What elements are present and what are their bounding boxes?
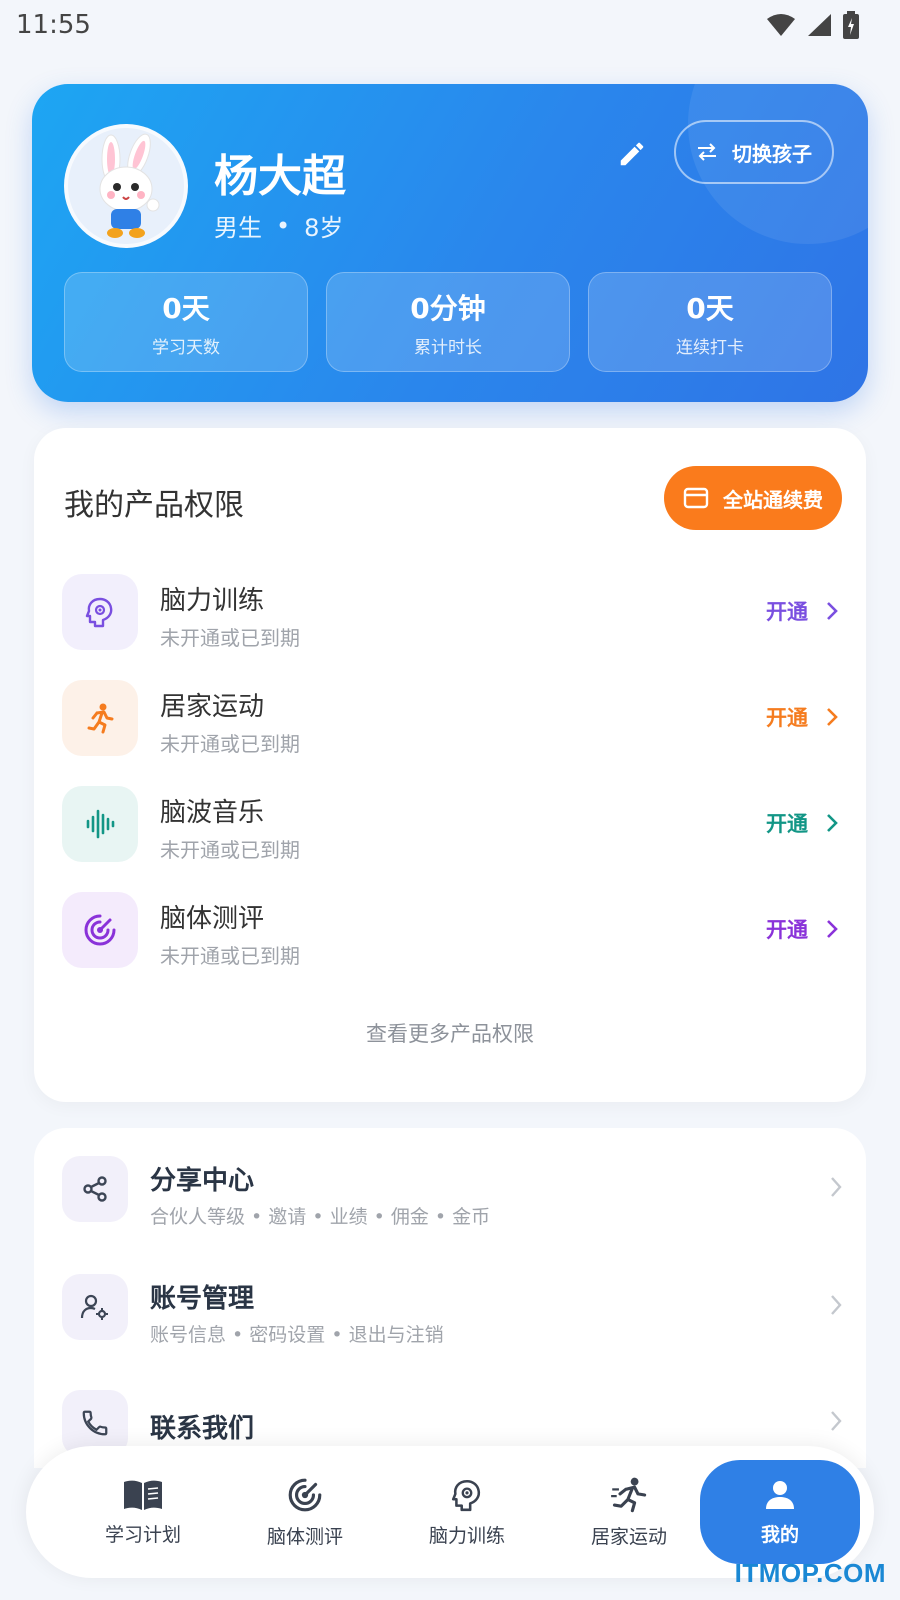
product-status: 未开通或已到期 xyxy=(160,838,300,862)
activate-button[interactable]: 开通 xyxy=(766,702,838,732)
child-age: 8岁 xyxy=(304,214,344,242)
activate-label: 开通 xyxy=(766,812,808,836)
switch-child-label: 切换孩子 xyxy=(732,141,812,166)
product-item-brainwave-music[interactable]: 脑波音乐 未开通或已到期 开通 xyxy=(62,786,838,862)
activate-label: 开通 xyxy=(766,600,808,624)
signal-icon xyxy=(808,14,831,36)
menu-item-account-management[interactable]: 账号管理 账号信息 • 密码设置 • 退出与注销 xyxy=(62,1274,842,1346)
chevron-right-icon xyxy=(831,1411,842,1431)
chevron-right-icon xyxy=(827,708,838,726)
nav-mine[interactable]: 我的 xyxy=(700,1460,860,1564)
product-name: 脑波音乐 xyxy=(160,798,265,828)
activate-button[interactable]: 开通 xyxy=(766,808,838,838)
user-settings-icon xyxy=(62,1274,128,1340)
chevron-right-icon xyxy=(827,602,838,620)
renew-label: 全站通续费 xyxy=(723,487,823,512)
chevron-right-icon xyxy=(831,1295,842,1315)
menu-title: 联系我们 xyxy=(150,1414,255,1444)
view-more-permissions-link[interactable]: 查看更多产品权限 xyxy=(34,1018,866,1048)
activate-label: 开通 xyxy=(766,706,808,730)
swap-arrows-icon xyxy=(698,143,716,161)
stat-total-duration: 0分钟 累计时长 xyxy=(326,272,570,372)
child-name: 杨大超 xyxy=(214,151,346,202)
stat-label: 累计时长 xyxy=(414,337,482,358)
status-icons xyxy=(766,11,860,39)
chevron-right-icon xyxy=(827,814,838,832)
battery-icon xyxy=(843,11,859,39)
stat-study-days: 0天 学习天数 xyxy=(64,272,308,372)
avatar[interactable] xyxy=(64,124,188,248)
switch-child-button[interactable]: 切换孩子 xyxy=(674,120,834,184)
sound-wave-icon xyxy=(62,786,138,862)
radar-target-icon xyxy=(288,1478,322,1511)
brain-gear-icon xyxy=(451,1479,481,1511)
wifi-icon xyxy=(767,14,795,36)
status-time: 11:55 xyxy=(16,10,91,40)
nav-learning-plan[interactable]: 学习计划 xyxy=(68,1460,218,1564)
card-icon xyxy=(683,487,709,509)
stat-value: 0天 xyxy=(686,291,734,325)
product-status: 未开通或已到期 xyxy=(160,732,300,756)
product-name: 脑力训练 xyxy=(160,586,265,616)
child-gender: 男生 xyxy=(214,214,262,242)
rabbit-mascot-icon xyxy=(99,133,160,238)
renew-all-access-button[interactable]: 全站通续费 xyxy=(664,466,842,530)
product-permissions-title: 我的产品权限 xyxy=(64,488,244,523)
edit-profile-button[interactable] xyxy=(612,134,652,174)
product-permissions-card: 我的产品权限 全站通续费 脑力训练 未开通或已到期 开通 居家运动 未开通或已到… xyxy=(34,428,866,1102)
person-icon xyxy=(766,1480,794,1509)
child-meta: 男生 • 8岁 xyxy=(214,208,343,243)
menu-item-share-center[interactable]: 分享中心 合伙人等级 • 邀请 • 业绩 • 佣金 • 金币 xyxy=(62,1156,842,1228)
menu-subtitle: 合伙人等级 • 邀请 • 业绩 • 佣金 • 金币 xyxy=(150,1206,491,1228)
status-bar: 11:55 xyxy=(0,0,900,50)
running-person-icon xyxy=(611,1477,647,1512)
pencil-icon xyxy=(620,142,644,166)
brain-gear-icon xyxy=(62,574,138,650)
activate-label: 开通 xyxy=(766,918,808,942)
menu-title: 分享中心 xyxy=(150,1166,255,1196)
menu-card: 分享中心 合伙人等级 • 邀请 • 业绩 • 佣金 • 金币 账号管理 账号信息… xyxy=(34,1128,866,1468)
product-status: 未开通或已到期 xyxy=(160,626,300,650)
product-name: 居家运动 xyxy=(160,692,265,722)
chevron-right-icon xyxy=(827,920,838,938)
profile-card: 杨大超 男生 • 8岁 切换孩子 0天 学习天数 0分钟 累计时长 0天 连续打… xyxy=(32,84,868,402)
product-item-brain-training[interactable]: 脑力训练 未开通或已到期 开通 xyxy=(62,574,838,650)
stat-value: 0天 xyxy=(162,291,210,325)
menu-subtitle: 账号信息 • 密码设置 • 退出与注销 xyxy=(150,1324,444,1346)
nav-brain-training[interactable]: 脑力训练 xyxy=(392,1460,542,1564)
product-item-physical-assessment[interactable]: 脑体测评 未开通或已到期 开通 xyxy=(62,892,838,968)
nav-label: 脑体测评 xyxy=(266,1525,343,1548)
stats-row: 0天 学习天数 0分钟 累计时长 0天 连续打卡 xyxy=(64,272,832,372)
stat-streak: 0天 连续打卡 xyxy=(588,272,832,372)
watermark: ITMOP.COM xyxy=(734,1558,886,1588)
menu-title: 账号管理 xyxy=(150,1284,255,1314)
stat-label: 连续打卡 xyxy=(676,337,744,358)
stat-label: 学习天数 xyxy=(152,337,220,358)
activate-button[interactable]: 开通 xyxy=(766,914,838,944)
nav-label: 居家运动 xyxy=(590,1525,667,1548)
meta-separator: • xyxy=(276,211,291,240)
nav-home-exercise[interactable]: 居家运动 xyxy=(554,1460,704,1564)
nav-label: 脑力训练 xyxy=(428,1524,505,1547)
activate-button[interactable]: 开通 xyxy=(766,596,838,626)
radar-target-icon xyxy=(62,892,138,968)
nav-physical-assessment[interactable]: 脑体测评 xyxy=(230,1460,380,1564)
share-icon xyxy=(62,1156,128,1222)
book-icon xyxy=(124,1480,162,1510)
product-status: 未开通或已到期 xyxy=(160,944,300,968)
running-person-icon xyxy=(62,680,138,756)
nav-label: 我的 xyxy=(760,1523,799,1546)
nav-label: 学习计划 xyxy=(104,1523,181,1546)
product-item-home-exercise[interactable]: 居家运动 未开通或已到期 开通 xyxy=(62,680,838,756)
chevron-right-icon xyxy=(831,1177,842,1197)
product-name: 脑体测评 xyxy=(160,904,265,934)
stat-value: 0分钟 xyxy=(410,291,486,325)
